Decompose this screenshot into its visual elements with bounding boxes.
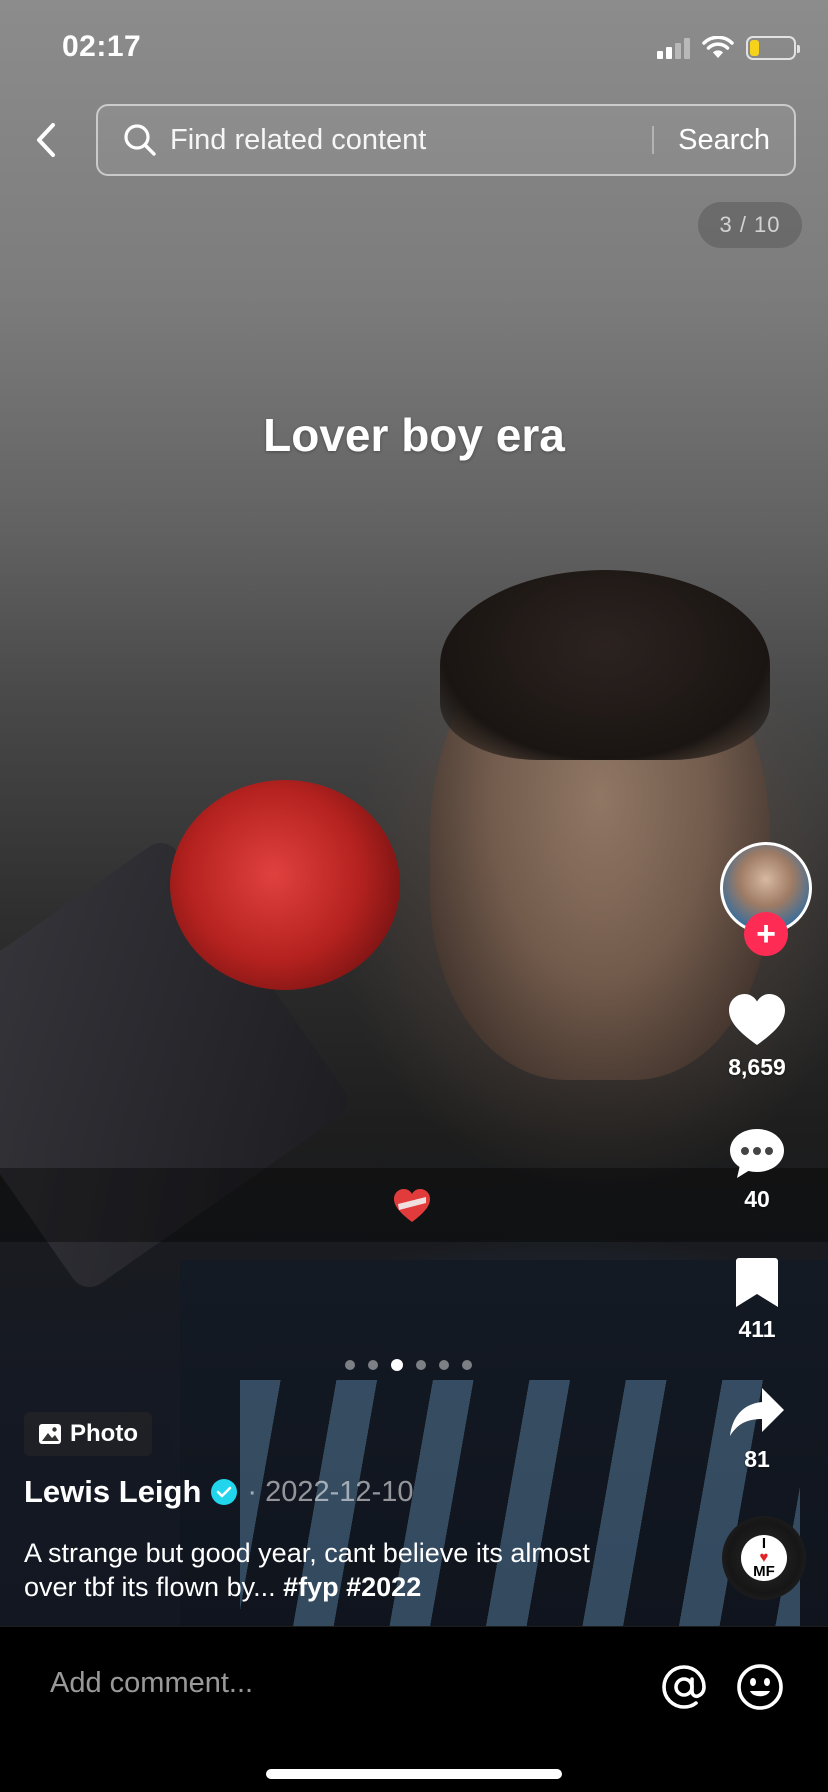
status-icons (657, 36, 800, 60)
author-line: Lewis Leigh · 2022-12-10 (24, 1474, 413, 1510)
mention-at-icon[interactable] (660, 1663, 708, 1711)
share-arrow-icon (730, 1388, 784, 1436)
post-description[interactable]: A strange but good year, cant believe it… (24, 1536, 624, 1604)
search-divider (652, 126, 655, 154)
cellular-signal-icon (657, 37, 690, 59)
comment-bubble-icon (730, 1129, 784, 1178)
comment-action[interactable]: 40 (702, 1126, 812, 1213)
description-hashtags[interactable]: #fyp #2022 (283, 1572, 421, 1602)
photo-type-badge: Photo (24, 1412, 152, 1456)
photo-rose (170, 780, 400, 990)
post-date: · 2022-12-10 (247, 1475, 414, 1508)
status-time: 02:17 (62, 30, 142, 63)
comment-input[interactable]: Add comment... (50, 1667, 253, 1700)
carousel-dot (439, 1360, 449, 1370)
page-counter: 3 / 10 (698, 202, 802, 248)
heart-emoji-icon (394, 1189, 430, 1222)
image-icon (39, 1424, 61, 1444)
search-input[interactable]: Find related content (170, 124, 652, 157)
heart-icon (729, 994, 785, 1045)
save-count: 411 (738, 1316, 776, 1342)
post-photo[interactable] (0, 0, 828, 1626)
carousel-dot (416, 1360, 426, 1370)
emoji-smile-icon[interactable] (736, 1663, 784, 1711)
like-action[interactable]: 8,659 (702, 992, 812, 1081)
carousel-dot (462, 1360, 472, 1370)
search-bar[interactable]: Find related content Search (96, 104, 796, 176)
carousel-dots (345, 1359, 472, 1371)
save-action[interactable]: 411 (702, 1256, 812, 1343)
comment-bar: Add comment... (0, 1626, 828, 1792)
photo-badge-label: Photo (70, 1420, 138, 1447)
search-button[interactable]: Search (678, 124, 770, 157)
music-disc-logo: I ♥ MF (741, 1535, 787, 1581)
photo-hair (440, 570, 770, 760)
verified-badge-icon (211, 1479, 238, 1505)
follow-button[interactable]: + (744, 912, 788, 956)
carousel-dot (345, 1360, 355, 1370)
comment-count: 40 (744, 1186, 770, 1212)
share-action[interactable]: 81 (702, 1386, 812, 1473)
photo-overlay-text: Lover boy era (263, 409, 565, 461)
back-button[interactable] (26, 118, 66, 162)
music-disc[interactable]: I ♥ MF (722, 1516, 806, 1600)
battery-icon (746, 36, 800, 60)
carousel-dot (368, 1360, 378, 1370)
share-count: 81 (744, 1446, 770, 1472)
author-name[interactable]: Lewis Leigh (24, 1474, 201, 1510)
carousel-dot-active (391, 1359, 403, 1371)
wifi-icon (702, 36, 734, 58)
bookmark-icon (736, 1258, 778, 1307)
like-count: 8,659 (728, 1054, 786, 1080)
chevron-left-icon (37, 123, 55, 157)
search-icon (122, 122, 158, 158)
home-indicator (266, 1769, 562, 1779)
